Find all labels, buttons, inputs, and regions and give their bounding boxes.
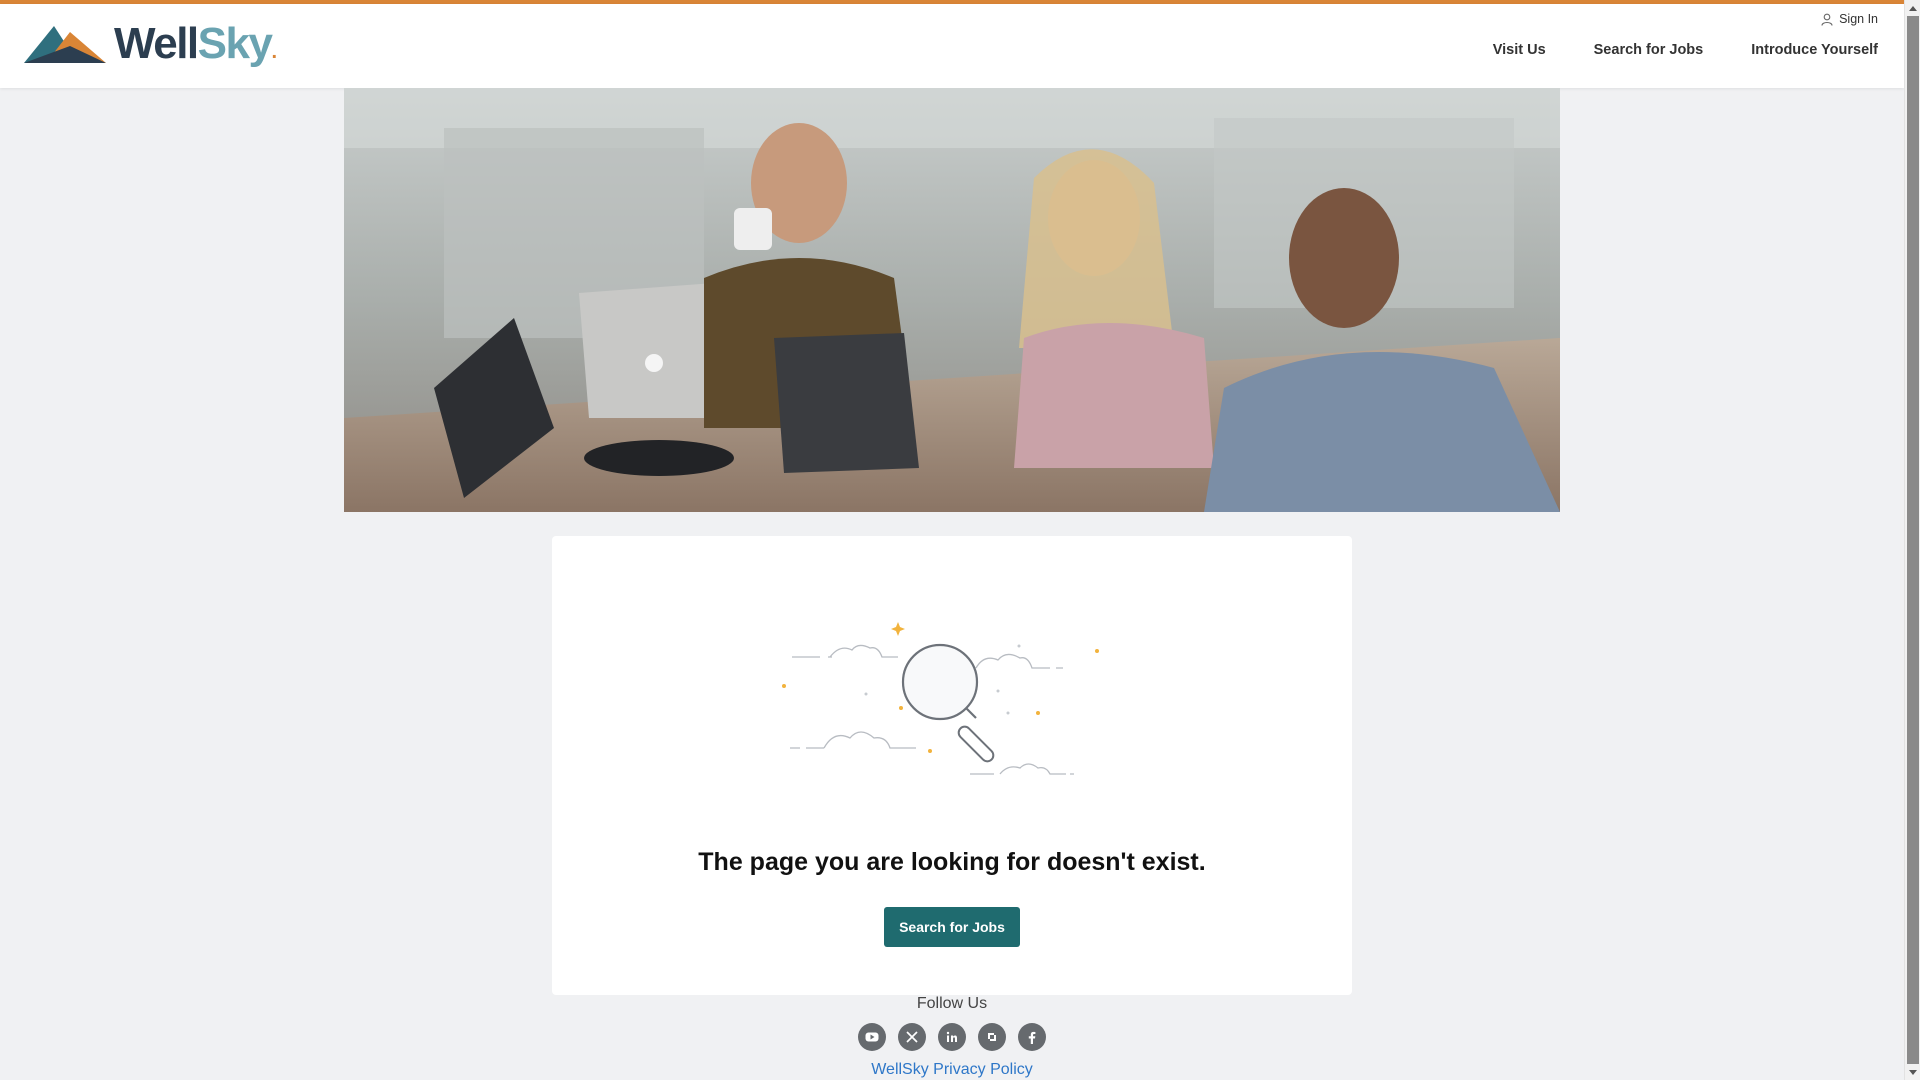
logo-wordmark: WellSky. — [114, 19, 277, 68]
linkedin-icon[interactable] — [938, 1023, 966, 1051]
search-for-jobs-button[interactable]: Search for Jobs — [884, 907, 1020, 947]
not-found-card: The page you are looking for doesn't exi… — [552, 536, 1352, 995]
sign-in-label: Sign In — [1839, 12, 1878, 26]
page: WellSky. Sign In Visit Us Search for Job… — [0, 0, 1904, 1080]
error-message: The page you are looking for doesn't exi… — [698, 848, 1206, 876]
magnifying-glass-illustration — [782, 622, 1099, 775]
logo-well-text: Well — [114, 19, 199, 68]
browser-viewport: WellSky. Sign In Visit Us Search for Job… — [0, 0, 1920, 1080]
logo-dot: . — [271, 41, 277, 63]
youtube-icon[interactable] — [858, 1023, 886, 1051]
office-team-photo — [344, 88, 1560, 512]
scrollbar-thumb[interactable] — [1907, 16, 1919, 1064]
x-icon[interactable] — [898, 1023, 926, 1051]
scroll-up-arrow-icon[interactable] — [1905, 0, 1920, 16]
scroll-down-arrow-icon[interactable] — [1905, 1064, 1920, 1080]
nav-visit-us[interactable]: Visit Us — [1493, 42, 1546, 58]
wellsky-logo[interactable]: WellSky. — [24, 19, 277, 68]
nav-search-for-jobs[interactable]: Search for Jobs — [1594, 42, 1704, 58]
site-header: WellSky. Sign In Visit Us Search for Job… — [0, 4, 1904, 88]
privacy-policy-link[interactable]: WellSky Privacy Policy — [752, 1061, 1152, 1079]
mountain-logo-icon — [24, 26, 106, 63]
facebook-icon[interactable] — [1018, 1023, 1046, 1051]
user-icon — [1821, 13, 1833, 26]
social-links — [858, 1023, 1046, 1051]
logo-sky-text: Sky — [197, 19, 273, 68]
vertical-scrollbar[interactable] — [1904, 0, 1920, 1080]
main-nav: Visit Us Search for Jobs Introduce Yours… — [1493, 42, 1878, 58]
hero-image — [344, 88, 1560, 512]
glassdoor-icon[interactable] — [978, 1023, 1006, 1051]
sign-in-link[interactable]: Sign In — [1821, 12, 1878, 26]
nav-introduce-yourself[interactable]: Introduce Yourself — [1751, 42, 1878, 58]
follow-us-label: Follow Us — [916, 995, 988, 1012]
